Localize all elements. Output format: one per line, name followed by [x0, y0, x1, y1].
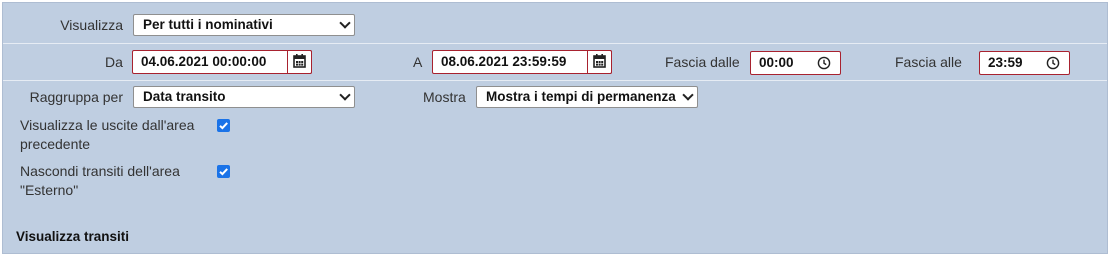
visualizza-value: Per tutti i nominativi	[143, 17, 273, 32]
chevron-down-icon	[339, 89, 351, 101]
uscite-checkbox[interactable]	[217, 119, 230, 132]
check-icon	[219, 122, 228, 130]
raggruppa-label: Raggruppa per	[29, 89, 123, 105]
a-value: 08.06.2021 23:59:59	[441, 54, 567, 69]
visualizza-label: Visualizza	[60, 17, 123, 33]
calendar-icon	[293, 54, 306, 68]
mostra-label: Mostra	[423, 89, 466, 105]
calendar-button-a[interactable]	[587, 50, 612, 74]
fascia-dalle-value: 00:00	[759, 55, 794, 70]
fascia-dalle-label: Fascia dalle	[665, 54, 740, 70]
divider	[3, 43, 1107, 44]
uscite-label-line2: precedente	[20, 136, 91, 152]
nascondi-checkbox[interactable]	[217, 165, 230, 178]
calendar-button-da[interactable]	[287, 50, 312, 74]
uscite-label-line1: Visualizza le uscite dall'area	[20, 117, 195, 133]
raggruppa-select[interactable]: Data transito	[133, 86, 355, 108]
da-value: 04.06.2021 00:00:00	[141, 54, 267, 69]
da-datetime-input[interactable]: 04.06.2021 00:00:00	[132, 50, 312, 74]
nascondi-label-line1: Nascondi transiti dell'area	[20, 163, 180, 179]
nascondi-label-line2: "Esterno"	[20, 182, 79, 198]
mostra-select[interactable]: Mostra i tempi di permanenza	[476, 86, 698, 108]
chevron-down-icon	[339, 17, 351, 29]
da-label: Da	[105, 54, 123, 70]
raggruppa-value: Data transito	[143, 89, 226, 104]
mostra-value: Mostra i tempi di permanenza	[486, 89, 676, 104]
check-icon	[219, 168, 228, 176]
calendar-icon	[593, 54, 606, 68]
divider	[3, 80, 1107, 81]
fascia-alle-time-input[interactable]: 23:59	[979, 51, 1070, 75]
section-title: Visualizza transiti	[16, 229, 130, 244]
visualizza-select[interactable]: Per tutti i nominativi	[133, 14, 355, 36]
fascia-alle-label: Fascia alle	[895, 54, 962, 70]
a-datetime-input[interactable]: 08.06.2021 23:59:59	[432, 50, 612, 74]
fascia-dalle-time-input[interactable]: 00:00	[750, 51, 841, 75]
fascia-alle-value: 23:59	[988, 55, 1023, 70]
clock-icon[interactable]	[1046, 56, 1060, 70]
chevron-down-icon	[682, 89, 694, 101]
a-label: A	[413, 54, 423, 70]
clock-icon[interactable]	[817, 56, 831, 70]
filter-panel: Visualizza Per tutti i nominativi Da 04.…	[2, 2, 1108, 254]
